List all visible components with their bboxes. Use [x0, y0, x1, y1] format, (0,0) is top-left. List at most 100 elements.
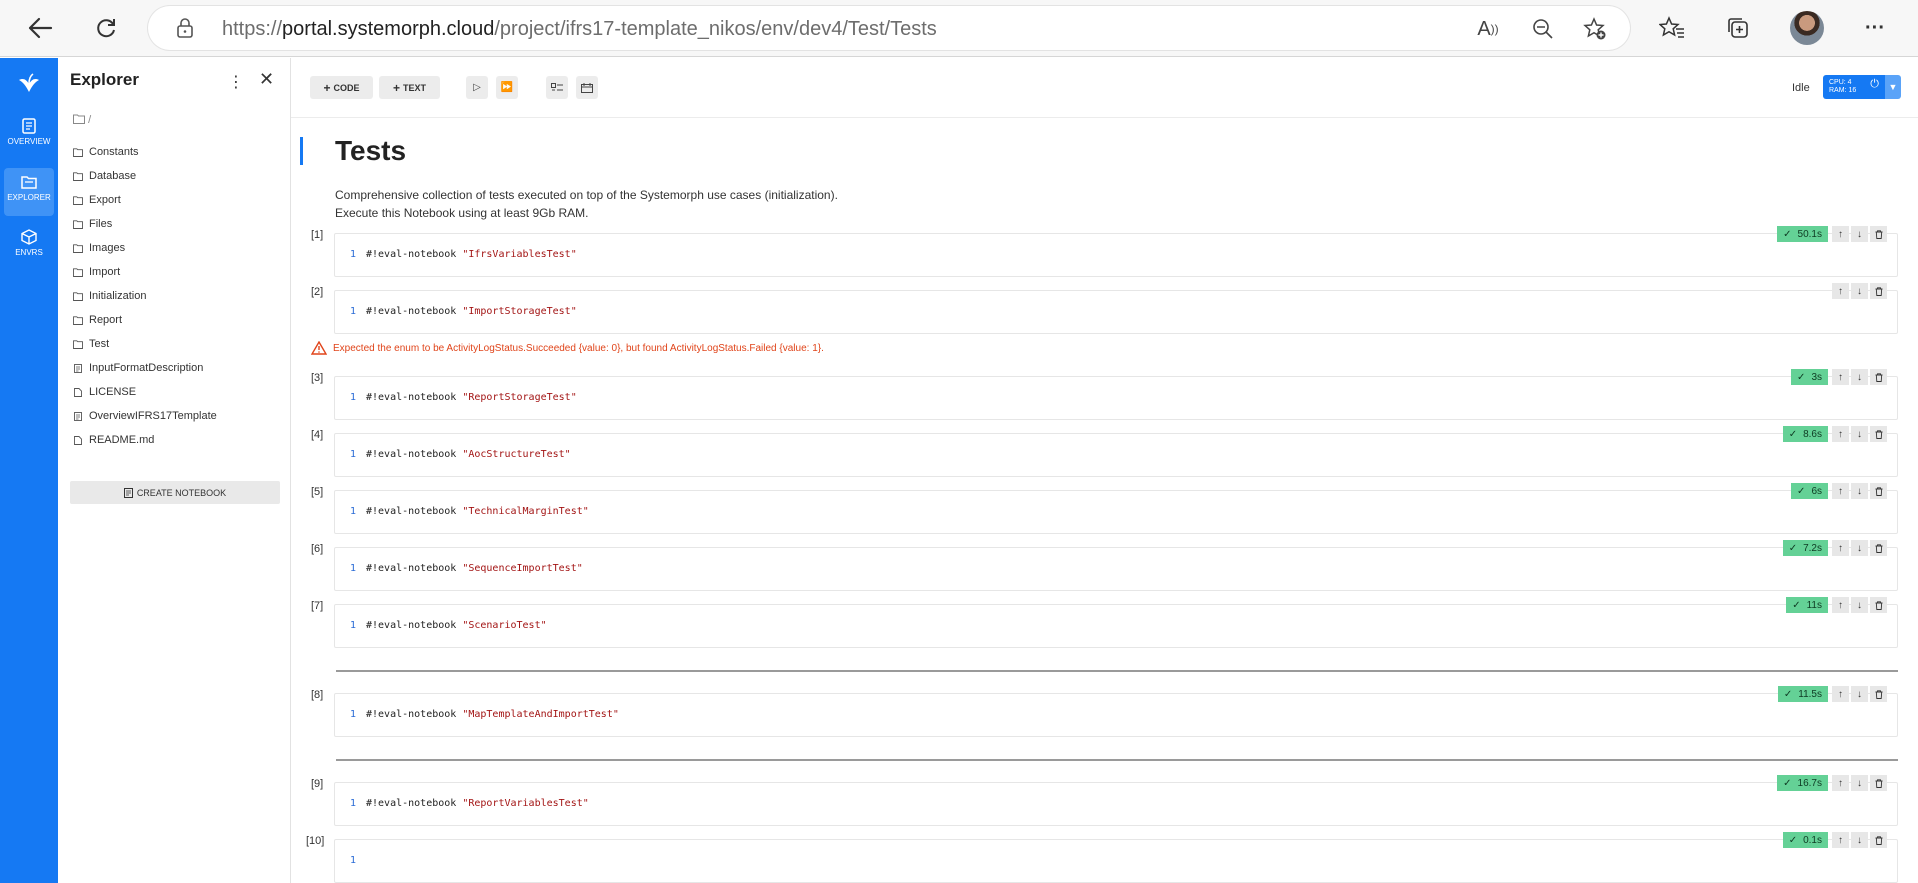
move-up-icon[interactable]: ↑ — [1832, 226, 1849, 242]
code-cell[interactable]: 1 ✓ 0.1s ↑ ↓ — [334, 832, 1898, 883]
move-up-icon[interactable]: ↑ — [1832, 686, 1849, 702]
file-icon — [74, 435, 82, 445]
toggle-outputs-icon[interactable] — [546, 76, 568, 99]
code-cell[interactable]: 1 #!eval-notebook "TechnicalMarginTest" ✓ 6… — [334, 483, 1898, 534]
move-up-icon[interactable]: ↑ — [1832, 597, 1849, 613]
power-icon[interactable]: ⏻ — [1870, 79, 1879, 90]
url-text[interactable]: https://portal.systemorph.cloud/project/… — [222, 18, 937, 41]
address-bar[interactable]: https://portal.systemorph.cloud/project/… — [148, 6, 1630, 50]
explorer-item[interactable]: Images — [73, 236, 217, 260]
code-cell[interactable]: 1 #!eval-notebook "ReportVariablesTest" ✓ 1… — [334, 775, 1898, 826]
explorer-item[interactable]: OverviewIFRS17Template — [73, 404, 217, 428]
code-command: #!eval-notebook — [366, 249, 463, 260]
code-text[interactable]: #!eval-notebook "MapTemplateAndImportTes… — [366, 709, 619, 720]
delete-icon[interactable] — [1870, 832, 1887, 848]
kernel-resources-button[interactable]: CPU: 4 RAM: 16 ⏻ — [1823, 75, 1885, 99]
code-command: #!eval-notebook — [366, 798, 463, 809]
move-up-icon[interactable]: ↑ — [1832, 283, 1849, 299]
move-down-icon[interactable]: ↓ — [1851, 597, 1868, 613]
back-arrow-icon[interactable] — [22, 10, 58, 46]
delete-icon[interactable] — [1870, 283, 1887, 299]
delete-icon[interactable] — [1870, 597, 1887, 613]
create-notebook-button[interactable]: CREATE NOTEBOOK — [70, 481, 280, 504]
explorer-item[interactable]: LICENSE — [73, 380, 217, 404]
code-cell[interactable]: 1 #!eval-notebook "ImportStorageTest" ↑ ↓ — [334, 283, 1898, 334]
move-down-icon[interactable]: ↓ — [1851, 483, 1868, 499]
delete-icon[interactable] — [1870, 369, 1887, 385]
code-cell[interactable]: 1 #!eval-notebook "ScenarioTest" ✓ 11s ↑ ↓ — [334, 597, 1898, 648]
add-favorite-icon[interactable] — [1583, 17, 1607, 41]
notebook-description[interactable]: Comprehensive collection of tests execut… — [335, 186, 838, 222]
explorer-item-label: OverviewIFRS17Template — [89, 410, 217, 422]
explorer-item[interactable]: Database — [73, 164, 217, 188]
explorer-item[interactable]: Constants — [73, 140, 217, 164]
lock-icon[interactable] — [176, 17, 194, 39]
explorer-item[interactable]: Import — [73, 260, 217, 284]
explorer-root-path[interactable]: / — [73, 114, 91, 126]
explorer-item[interactable]: Report — [73, 308, 217, 332]
move-up-icon[interactable]: ↑ — [1832, 832, 1849, 848]
explorer-item[interactable]: InputFormatDescription — [73, 356, 217, 380]
move-up-icon[interactable]: ↑ — [1832, 426, 1849, 442]
read-aloud-icon[interactable]: A)) — [1476, 17, 1500, 41]
explorer-item[interactable]: Initialization — [73, 284, 217, 308]
explorer-item[interactable]: Test — [73, 332, 217, 356]
add-code-button[interactable]: + CODE — [310, 76, 373, 99]
favorites-icon[interactable] — [1657, 13, 1687, 43]
move-down-icon[interactable]: ↓ — [1851, 283, 1868, 299]
move-up-icon[interactable]: ↑ — [1832, 775, 1849, 791]
move-down-icon[interactable]: ↓ — [1851, 832, 1868, 848]
check-icon: ✓ — [1788, 834, 1798, 846]
code-text[interactable]: #!eval-notebook "ReportStorageTest" — [366, 392, 577, 403]
move-down-icon[interactable]: ↓ — [1851, 540, 1868, 556]
explorer-item-label: Initialization — [89, 290, 147, 302]
kebab-menu-icon[interactable]: ⋮ — [228, 72, 244, 92]
rail-explorer[interactable]: EXPLORER — [4, 168, 54, 216]
move-down-icon[interactable]: ↓ — [1851, 369, 1868, 385]
collections-icon[interactable] — [1723, 13, 1753, 43]
explorer-item[interactable]: README.md — [73, 428, 217, 452]
move-up-icon[interactable]: ↑ — [1832, 483, 1849, 499]
code-cell[interactable]: 1 #!eval-notebook "IfrsVariablesTest" ✓ 50.… — [334, 226, 1898, 277]
delete-icon[interactable] — [1870, 686, 1887, 702]
delete-icon[interactable] — [1870, 540, 1887, 556]
clear-outputs-icon[interactable] — [576, 76, 598, 99]
notebook-title[interactable]: Tests — [335, 135, 406, 167]
move-down-icon[interactable]: ↓ — [1851, 775, 1868, 791]
code-text[interactable]: #!eval-notebook "IfrsVariablesTest" — [366, 249, 577, 260]
delete-icon[interactable] — [1870, 775, 1887, 791]
delete-icon[interactable] — [1870, 426, 1887, 442]
add-text-button[interactable]: + TEXT — [379, 76, 440, 99]
code-cell[interactable]: 1 #!eval-notebook "MapTemplateAndImportTe… — [334, 686, 1898, 737]
more-options-icon[interactable]: ··· — [1860, 13, 1890, 43]
close-icon[interactable]: ✕ — [259, 69, 274, 90]
delete-icon[interactable] — [1870, 483, 1887, 499]
rail-overview-label: OVERVIEW — [7, 137, 51, 146]
code-text[interactable]: #!eval-notebook "ReportVariablesTest" — [366, 798, 589, 809]
code-text[interactable]: #!eval-notebook "SequenceImportTest" — [366, 563, 583, 574]
code-cell[interactable]: 1 #!eval-notebook "AocStructureTest" ✓ 8.6s… — [334, 426, 1898, 477]
move-down-icon[interactable]: ↓ — [1851, 686, 1868, 702]
folder-icon — [73, 339, 83, 349]
code-text[interactable]: #!eval-notebook "ScenarioTest" — [366, 620, 547, 631]
move-up-icon[interactable]: ↑ — [1832, 369, 1849, 385]
profile-avatar[interactable] — [1790, 11, 1824, 45]
rail-envrs[interactable]: ENVRS — [4, 223, 54, 271]
move-up-icon[interactable]: ↑ — [1832, 540, 1849, 556]
run-all-icon[interactable]: ⏩ — [496, 76, 518, 99]
move-down-icon[interactable]: ↓ — [1851, 226, 1868, 242]
move-down-icon[interactable]: ↓ — [1851, 426, 1868, 442]
code-cell[interactable]: 1 #!eval-notebook "SequenceImportTest" ✓ 7.… — [334, 540, 1898, 591]
code-cell[interactable]: 1 #!eval-notebook "ReportStorageTest" ✓ 3s ↑… — [334, 369, 1898, 420]
run-cell-icon[interactable]: ▷ — [466, 76, 488, 99]
delete-icon[interactable] — [1870, 226, 1887, 242]
chevron-down-icon[interactable]: ▼ — [1885, 75, 1901, 99]
code-text[interactable]: #!eval-notebook "TechnicalMarginTest" — [366, 506, 589, 517]
code-text[interactable]: #!eval-notebook "AocStructureTest" — [366, 449, 571, 460]
rail-overview[interactable]: OVERVIEW — [4, 112, 54, 160]
explorer-item[interactable]: Files — [73, 212, 217, 236]
explorer-item[interactable]: Export — [73, 188, 217, 212]
refresh-icon[interactable] — [88, 10, 124, 46]
zoom-out-icon[interactable] — [1531, 17, 1555, 41]
code-text[interactable]: #!eval-notebook "ImportStorageTest" — [366, 306, 577, 317]
